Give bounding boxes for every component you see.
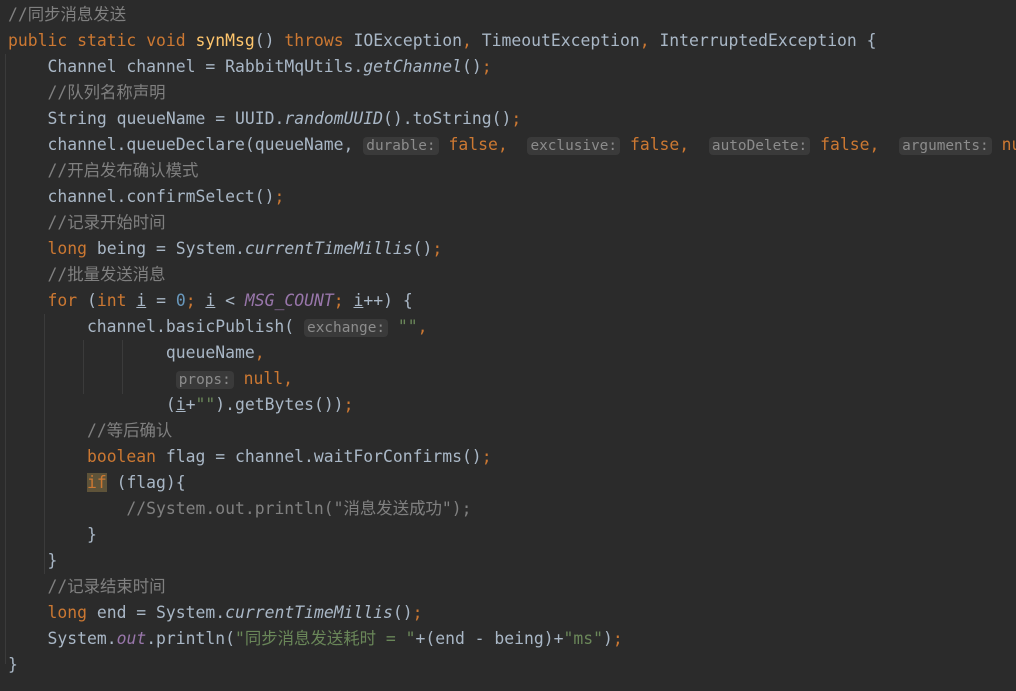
keyword-public: public	[8, 31, 68, 50]
comment-token: //开启发布确认模式	[47, 161, 199, 180]
exception-type: InterruptedException	[659, 31, 857, 50]
class-system: System	[156, 603, 216, 622]
keyword-if-highlighted[interactable]: if	[86, 473, 107, 492]
code-line[interactable]: }	[0, 548, 1016, 574]
code-editor[interactable]: //同步消息发送 public static void synMsg() thr…	[0, 0, 1016, 691]
literal-null: null	[1001, 135, 1016, 154]
code-line[interactable]: (i+"").getBytes());	[0, 392, 1016, 418]
string-literal: ""	[397, 317, 418, 336]
code-line[interactable]: long end = System.currentTimeMillis();	[0, 600, 1016, 626]
code-line[interactable]: boolean flag = channel.waitForConfirms()…	[0, 444, 1016, 470]
param-hint-exchange: exchange:	[304, 319, 389, 337]
code-line[interactable]: props: null,	[0, 366, 1016, 392]
keyword-int: int	[96, 291, 127, 310]
number-literal: 0	[175, 291, 186, 310]
code-line[interactable]: channel.basicPublish( exchange: "",	[0, 314, 1016, 340]
type-string: String	[47, 109, 107, 128]
code-line[interactable]: if (flag){	[0, 470, 1016, 496]
variable-i: i	[175, 395, 186, 414]
string-literal: "ms"	[563, 629, 603, 648]
class-system: System	[175, 239, 235, 258]
code-line[interactable]: //System.out.println("消息发送成功");	[0, 496, 1016, 522]
param-hint-autodelete: autoDelete:	[708, 137, 811, 155]
param-hint-props: props:	[175, 371, 234, 389]
class-uuid: UUID	[235, 109, 275, 128]
class-system: System	[47, 629, 107, 648]
param-hint-durable: durable:	[363, 137, 439, 155]
constant-msg-count: MSG_COUNT	[244, 291, 334, 310]
exception-type: TimeoutException	[481, 31, 640, 50]
param-hint-arguments: arguments:	[899, 137, 992, 155]
code-line[interactable]: Channel channel = RabbitMqUtils.getChann…	[0, 54, 1016, 80]
code-line[interactable]: }	[0, 522, 1016, 548]
code-line[interactable]: //队列名称声明	[0, 80, 1016, 106]
comment-token: //记录结束时间	[47, 577, 166, 596]
method-currenttimemillis: currentTimeMillis	[225, 603, 393, 622]
code-line[interactable]: //同步消息发送	[0, 2, 1016, 28]
comment-token: //等后确认	[86, 421, 173, 440]
static-field-out: out	[116, 629, 147, 648]
string-literal: "同步消息发送耗时 = "	[235, 629, 416, 648]
method-getchannel: getChannel	[363, 57, 462, 76]
code-content: //同步消息发送 public static void synMsg() thr…	[0, 2, 1016, 678]
keyword-void: void	[146, 31, 186, 50]
method-currenttimemillis: currentTimeMillis	[244, 239, 413, 258]
param-hint-exclusive: exclusive:	[527, 137, 621, 155]
literal-false: false	[448, 135, 498, 154]
code-line[interactable]: //记录结束时间	[0, 574, 1016, 600]
literal-false: false	[820, 135, 870, 154]
literal-false: false	[629, 135, 680, 154]
variable-i: i	[353, 291, 364, 310]
keyword-static: static	[77, 31, 137, 50]
code-line[interactable]: //等后确认	[0, 418, 1016, 444]
code-line[interactable]: long being = System.currentTimeMillis();	[0, 236, 1016, 262]
code-line[interactable]: //开启发布确认模式	[0, 158, 1016, 184]
string-literal: ""	[195, 395, 216, 414]
comment-token: //System.out.println("消息发送成功");	[126, 499, 472, 518]
code-line[interactable]: channel.confirmSelect();	[0, 184, 1016, 210]
comment-token: //批量发送消息	[47, 265, 166, 284]
code-line[interactable]: public static void synMsg() throws IOExc…	[0, 28, 1016, 54]
class-rabbitmqutils: RabbitMqUtils	[225, 57, 354, 76]
method-randomuuid: randomUUID	[284, 109, 384, 128]
keyword-boolean: boolean	[86, 447, 157, 466]
exception-type: IOException	[353, 31, 463, 50]
code-line[interactable]: channel.queueDeclare(queueName, durable:…	[0, 132, 1016, 158]
keyword-for: for	[47, 291, 78, 310]
keyword-throws: throws	[284, 31, 344, 50]
keyword-long: long	[47, 603, 87, 622]
code-line[interactable]: //记录开始时间	[0, 210, 1016, 236]
keyword-long: long	[47, 239, 87, 258]
comment-token: //队列名称声明	[47, 83, 166, 102]
code-line[interactable]: System.out.println("同步消息发送耗时 = "+(end - …	[0, 626, 1016, 652]
code-line[interactable]: queueName,	[0, 340, 1016, 366]
variable-i: i	[205, 291, 216, 310]
method-name: synMsg	[195, 31, 255, 50]
code-line[interactable]: }	[0, 652, 1016, 678]
type-channel: Channel	[47, 57, 117, 76]
code-line[interactable]: String queueName = UUID.randomUUID().toS…	[0, 106, 1016, 132]
variable-i: i	[136, 291, 147, 310]
comment-token: //记录开始时间	[47, 213, 166, 232]
literal-null: null	[243, 369, 284, 388]
code-line[interactable]: //批量发送消息	[0, 262, 1016, 288]
comment-token: //同步消息发送	[8, 5, 127, 24]
code-line[interactable]: for (int i = 0; i < MSG_COUNT; i++) {	[0, 288, 1016, 314]
